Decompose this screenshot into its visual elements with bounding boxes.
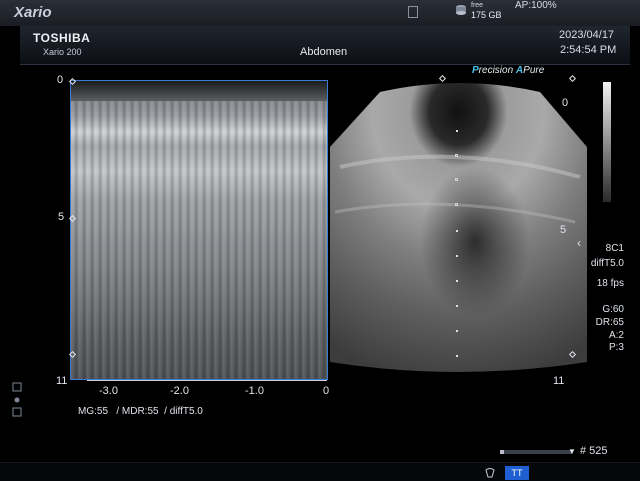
b-mode-sector-image[interactable]	[325, 82, 590, 382]
m-mode-near-field	[71, 81, 327, 101]
time-tick-2: -2.0	[170, 385, 189, 397]
dynamic-range-value: DR:65	[595, 317, 624, 328]
depth-marker-icon	[438, 74, 447, 83]
m-mode-depth-5: 5	[58, 211, 65, 223]
free-space-label: free	[471, 2, 484, 9]
depth-dot	[456, 230, 458, 232]
monitor-icon	[408, 6, 418, 18]
depth-dot	[456, 330, 458, 332]
a-value: A:2	[608, 330, 624, 341]
m-mode-depth-0: 0	[57, 74, 64, 86]
depth-dot	[456, 305, 458, 307]
m-mode-depth-11: 11	[56, 375, 68, 387]
gray-scale-bar	[603, 82, 611, 202]
gain-value: G:60	[602, 304, 624, 315]
cine-frame-number: # 525	[580, 445, 608, 457]
precision-initial: P	[472, 65, 479, 76]
focus-marker	[455, 203, 458, 206]
manufacturer-label: TOSHIBA	[33, 31, 91, 45]
depth-marker-icon	[568, 74, 577, 83]
time-tick-0: 0	[323, 385, 330, 397]
precision-rest: recision	[478, 65, 514, 76]
m-mode-display[interactable]	[70, 80, 328, 380]
probe-name: 8C1	[605, 243, 624, 254]
free-space-value: 175 GB	[471, 10, 502, 20]
p-value: P:3	[608, 342, 624, 353]
imaging-mode: diffT5.0	[590, 258, 624, 269]
bottom-bar	[0, 462, 640, 481]
m-mode-settings: MG:55 / MDR:55 / diffT5.0	[78, 406, 203, 417]
acoustic-power-status: AP:100%	[515, 0, 557, 11]
side-scale-icon	[12, 382, 22, 417]
focus-marker	[455, 154, 458, 157]
disk-icon	[456, 5, 466, 15]
probe-icon[interactable]	[484, 467, 496, 479]
time-tick-1: -1.0	[245, 385, 264, 397]
exam-preset-label[interactable]: Abdomen	[300, 46, 347, 58]
depth-dot	[456, 130, 458, 132]
exam-date: 2023/04/17	[559, 29, 615, 41]
exam-time: 2:54:54 PM	[560, 44, 617, 56]
tt-button[interactable]: TT	[505, 466, 529, 480]
cine-progress-marker[interactable]	[500, 450, 504, 454]
depth-dot	[456, 280, 458, 282]
depth-dot	[456, 255, 458, 257]
apure-rest: Pure	[523, 65, 545, 76]
cine-arrow-icon: ▼	[568, 447, 576, 456]
cine-progress-track[interactable]	[500, 450, 572, 454]
time-axis-line	[87, 380, 327, 381]
time-tick-3: -3.0	[99, 385, 118, 397]
focus-marker	[455, 178, 458, 181]
b-mode-depth-11: 11	[553, 375, 565, 387]
brand-logo-text: Xario	[14, 4, 52, 21]
image-processing-label: Precision APure	[472, 65, 544, 76]
b-mode-depth-5: 5	[560, 224, 567, 236]
depth-dot	[456, 355, 458, 357]
model-label: Xario 200	[43, 47, 82, 57]
b-mode-depth-0: 0	[562, 97, 569, 109]
frame-rate: 18 fps	[596, 278, 624, 289]
